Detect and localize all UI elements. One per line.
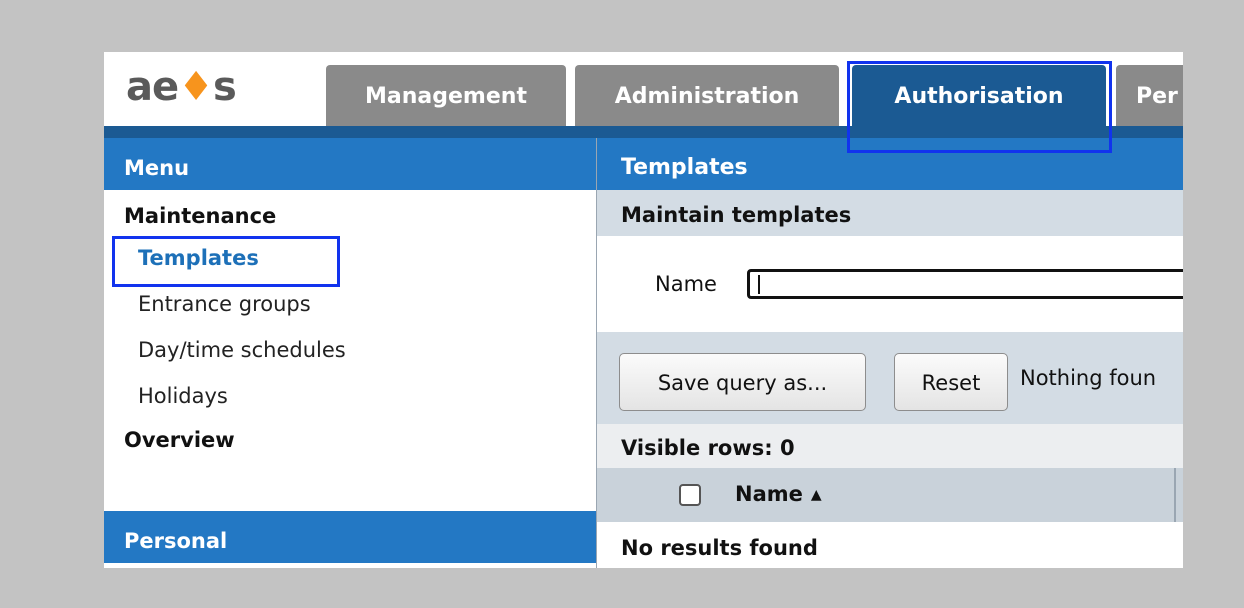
tab-management[interactable]: Management bbox=[326, 65, 566, 126]
column-header-name[interactable]: Name ▲ bbox=[735, 482, 822, 506]
personal-section-title[interactable]: Personal bbox=[104, 511, 596, 563]
left-menu: Menu Maintenance Templates Entrance grou… bbox=[104, 138, 596, 568]
select-all-checkbox[interactable] bbox=[679, 484, 701, 506]
action-bar: Save query as... Reset Nothing foun bbox=[597, 332, 1183, 424]
column-header-name-label: Name bbox=[735, 482, 803, 506]
text-caret bbox=[758, 275, 760, 294]
name-filter-label: Name bbox=[655, 272, 717, 296]
header-band bbox=[104, 126, 1183, 138]
column-resize-handle[interactable] bbox=[1174, 468, 1176, 522]
menu-title: Menu bbox=[104, 138, 596, 190]
main-content: Templates Maintain templates Name Save q… bbox=[597, 138, 1183, 568]
menu-group-overview[interactable]: Overview bbox=[124, 428, 235, 452]
filter-panel: Name bbox=[597, 236, 1183, 332]
menu-group-maintenance[interactable]: Maintenance bbox=[124, 204, 276, 228]
table-header: Name ▲ bbox=[597, 468, 1183, 522]
menu-item-templates[interactable]: Templates bbox=[138, 246, 259, 270]
sort-ascending-icon: ▲ bbox=[810, 487, 822, 503]
logo-text-end: s bbox=[212, 64, 237, 110]
name-filter-input[interactable] bbox=[747, 269, 1183, 299]
reset-button[interactable]: Reset bbox=[894, 353, 1008, 411]
tab-administration[interactable]: Administration bbox=[575, 65, 839, 126]
top-header: ae♦s Management Administration Authorisa… bbox=[104, 52, 1183, 126]
page-subtitle: Maintain templates bbox=[597, 190, 1183, 236]
aeos-logo: ae♦s bbox=[126, 52, 237, 122]
save-query-button[interactable]: Save query as... bbox=[619, 353, 866, 411]
logo-text-start: ae bbox=[126, 64, 179, 110]
status-text: Nothing foun bbox=[1020, 366, 1157, 390]
menu-item-day-time-schedules[interactable]: Day/time schedules bbox=[138, 338, 346, 362]
tab-personal[interactable]: Per bbox=[1116, 65, 1183, 126]
menu-item-entrance-groups[interactable]: Entrance groups bbox=[138, 292, 311, 316]
tab-authorisation[interactable]: Authorisation bbox=[852, 65, 1106, 126]
app-window: ae♦s Management Administration Authorisa… bbox=[104, 52, 1183, 568]
menu-item-holidays[interactable]: Holidays bbox=[138, 384, 228, 408]
visible-rows-count: Visible rows: 0 bbox=[597, 424, 1183, 468]
logo-mark-icon: ♦ bbox=[178, 64, 214, 110]
no-results-message: No results found bbox=[621, 536, 818, 560]
page-title: Templates bbox=[597, 138, 1183, 190]
